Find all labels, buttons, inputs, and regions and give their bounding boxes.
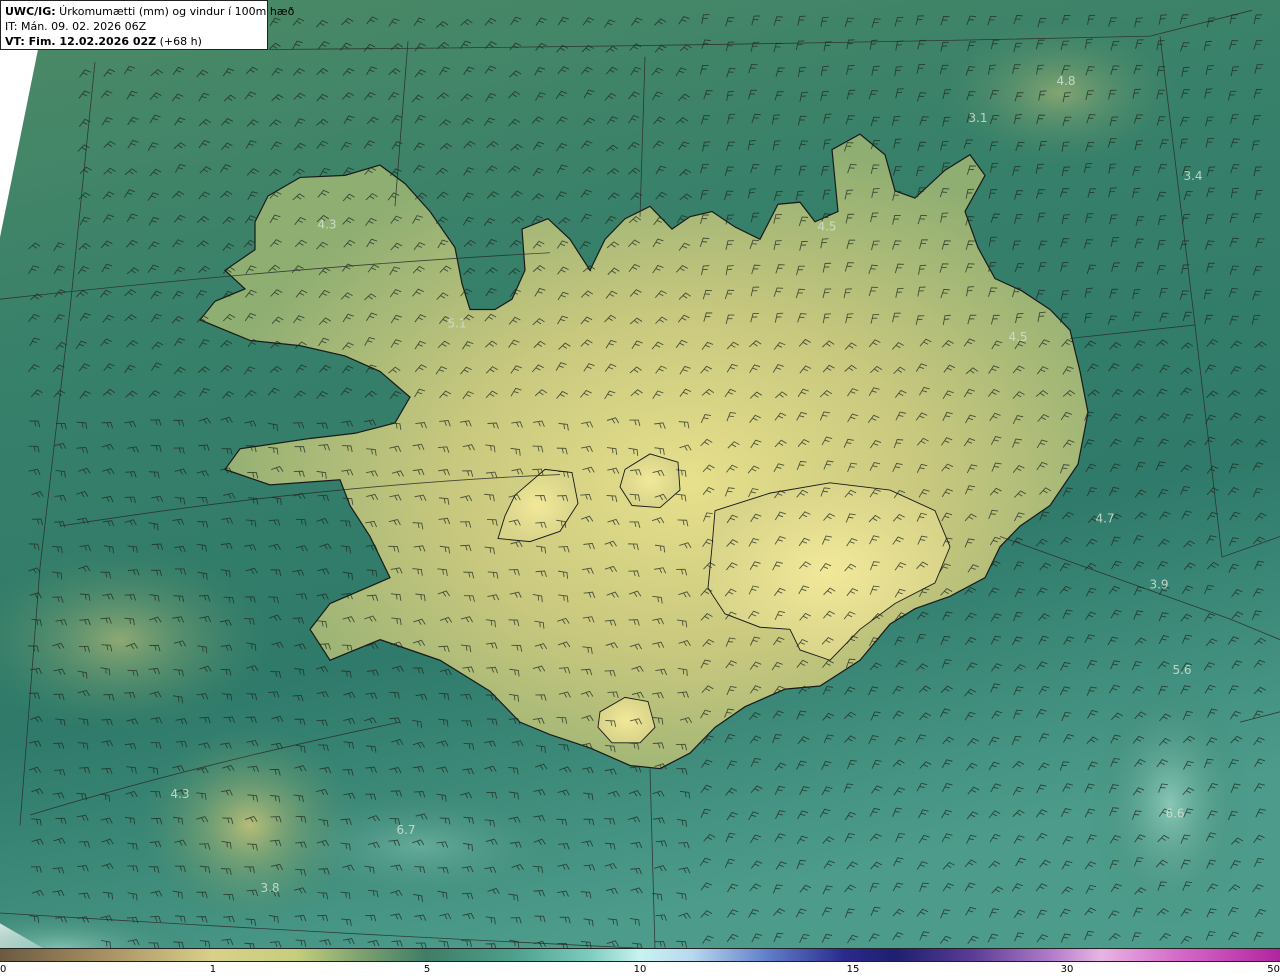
precip-value-label: 4.5: [817, 219, 836, 233]
precip-value-label: 4.7: [1095, 511, 1114, 525]
precip-value-label: 4.5: [1008, 330, 1027, 344]
colorbar-tick-label: 50: [1267, 964, 1280, 975]
colorbar-tick-label: 10: [633, 964, 647, 975]
precip-colorbar: 0 1 5 10 15 30 50: [0, 948, 1280, 978]
map-info-box: UWC/IG: Úrkomumætti (mm) og vindur í 100…: [0, 0, 294, 50]
precip-value-label: 3.9: [1149, 577, 1168, 591]
precip-value-label: 6.7: [396, 823, 415, 837]
map-canvas: 4.8 3.1 3.4 4.3 4.5 5.1 4.5 4.7 3.9 5.6 4.3 6.7 6.6 3…: [0, 0, 1280, 978]
colorbar-tick-label: 30: [1060, 964, 1074, 975]
precip-value-label: 6.6: [1165, 806, 1184, 820]
valid-time: Fim. 12.02.2026 02Z: [24, 35, 157, 48]
lead-time: (+68 h): [156, 35, 202, 48]
weather-map: 4.8 3.1 3.4 4.3 4.5 5.1 4.5 4.7 3.9 5.6 4.3 6.7 6.6 3…: [0, 0, 1280, 978]
precip-value-label: 3.4: [1183, 169, 1202, 183]
precip-value-label: 3.1: [968, 111, 987, 125]
precip-value-label: 5.1: [447, 316, 466, 330]
precip-value-label: 4.3: [170, 787, 189, 801]
colorbar-tick-label: 1: [209, 964, 217, 975]
colorbar-tick-label: 15: [846, 964, 860, 975]
precip-value-label: 4.8: [1056, 74, 1075, 88]
product-title: Úrkomumætti (mm) og vindur í 100m hæð: [55, 5, 295, 18]
colorbar-tick-label: 0: [0, 964, 7, 975]
colorbar-strip: [0, 948, 1280, 962]
precip-value-label: 3.8: [260, 881, 279, 895]
precip-value-label: 4.3: [317, 217, 336, 231]
precip-value-label: 5.6: [1172, 663, 1191, 677]
issue-time: IT: Mán. 09. 02. 2026 06Z: [5, 20, 147, 33]
model-name: UWC/IG:: [5, 5, 56, 18]
colorbar-tick-label: 5: [423, 964, 431, 975]
valid-label: VT:: [5, 35, 25, 48]
